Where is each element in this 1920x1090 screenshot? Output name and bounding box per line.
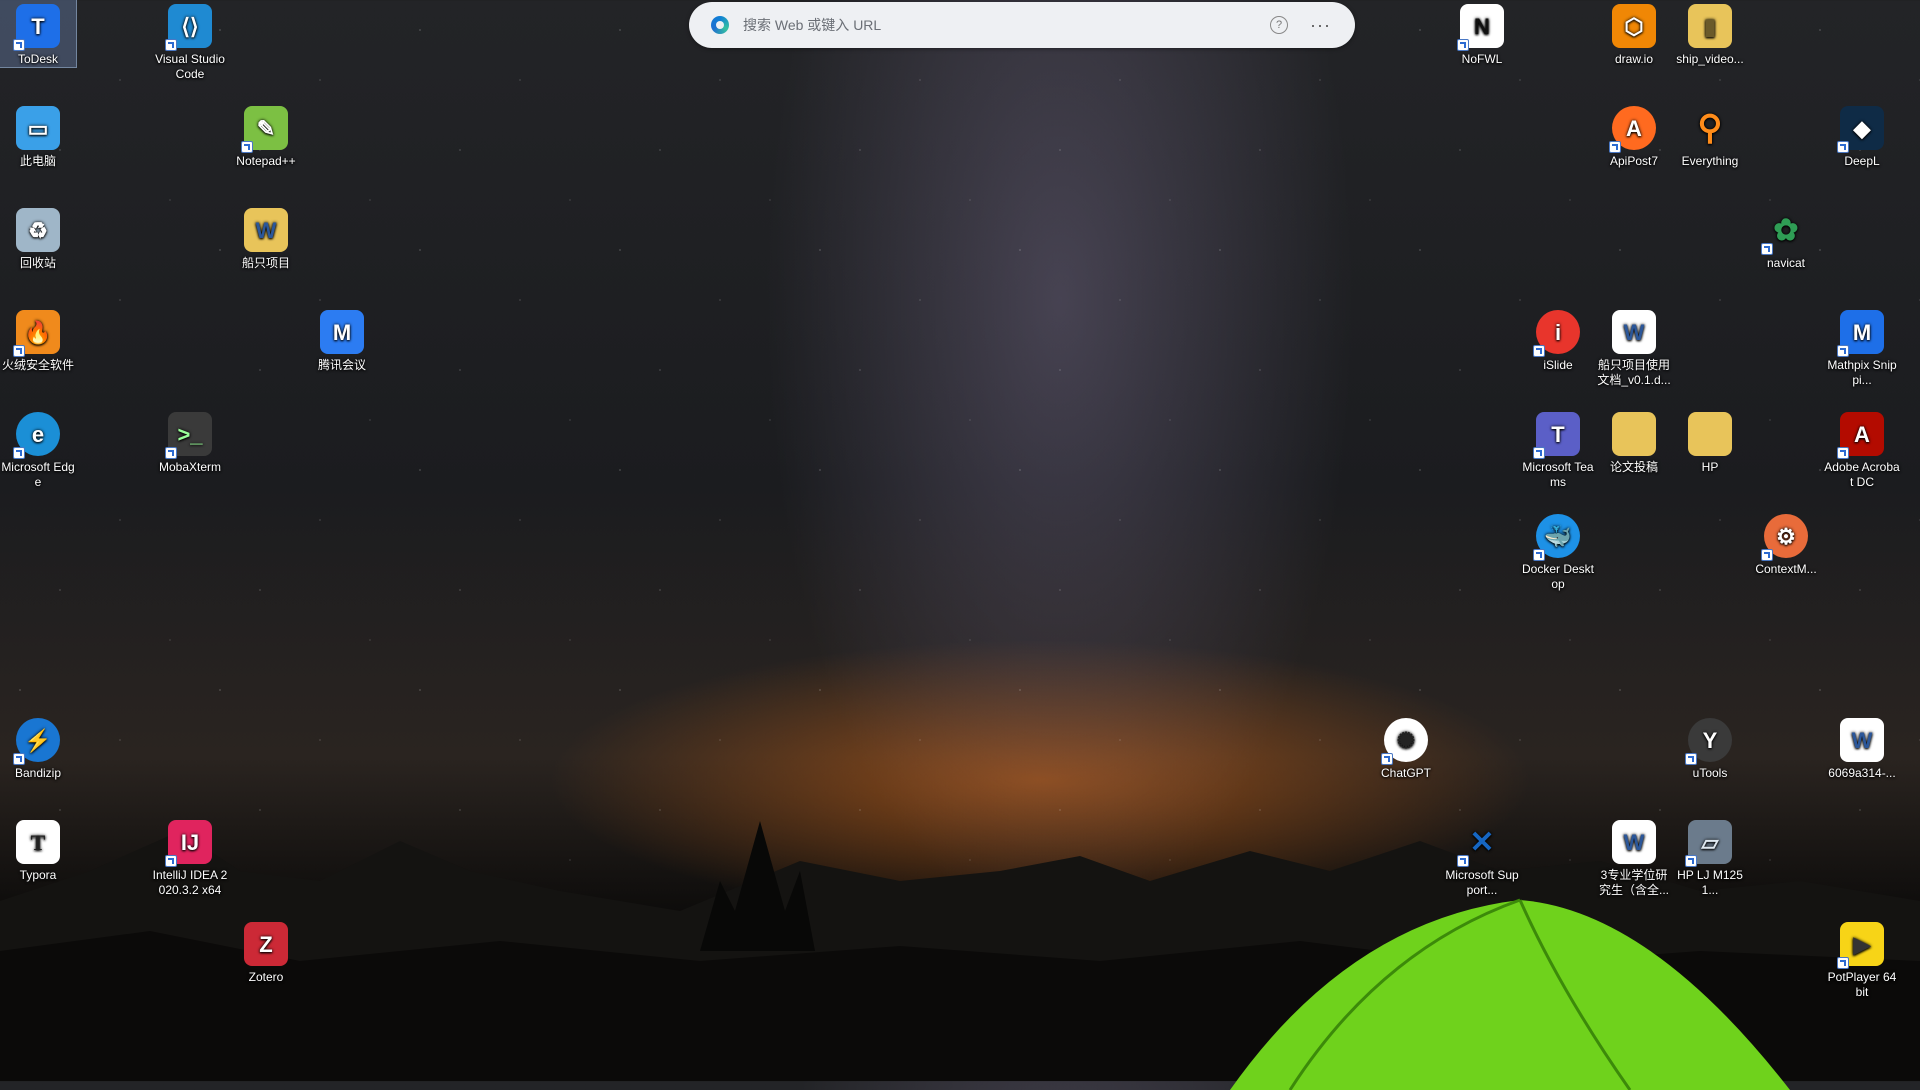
desktop-icon-typora[interactable]: T Typora bbox=[0, 816, 76, 883]
desktop-icon-bandizip[interactable]: ⚡ Bandizip bbox=[0, 714, 76, 781]
teams-icon: T bbox=[1533, 412, 1580, 459]
desktop-icon-deepl[interactable]: ◆ DeepL bbox=[1824, 102, 1900, 169]
desktop-icon-intellij[interactable]: IJ IntelliJ IDEA 2020.3.2 x64 bbox=[152, 816, 228, 898]
desktop-icon-ship-video[interactable]: ▮ ship_video... bbox=[1672, 0, 1748, 67]
drawio-icon: ⬡ bbox=[1612, 4, 1656, 48]
apipost-icon: A bbox=[1609, 106, 1656, 153]
edge-search-bar[interactable]: ? ··· bbox=[689, 2, 1355, 48]
desktop-icon-nofwl[interactable]: N NoFWL bbox=[1444, 0, 1520, 67]
chatgpt-icon: ✺ bbox=[1381, 718, 1428, 765]
desktop-icon-paper-folder[interactable]: 论文投稿 bbox=[1596, 408, 1672, 475]
word-doc-icon: W bbox=[1840, 718, 1884, 762]
desktop-icon-todesk[interactable]: T ToDesk bbox=[0, 0, 77, 68]
desktop-icon-hp-folder[interactable]: HP bbox=[1672, 408, 1748, 475]
desktop-icon-teams[interactable]: T Microsoft Teams bbox=[1520, 408, 1596, 490]
todesk-icon: T bbox=[13, 4, 60, 51]
word-doc-icon: W bbox=[1612, 310, 1656, 354]
desktop-icon-contextm[interactable]: ⚙ ContextM... bbox=[1748, 510, 1824, 577]
desktop-icon-hp-lj[interactable]: ▱ HP LJ M1251... bbox=[1672, 816, 1748, 898]
wallpaper-tent bbox=[1230, 898, 1790, 1090]
desktop-icon-ship-doc[interactable]: W 船只项目使用文档_v0.1.d... bbox=[1596, 306, 1672, 388]
desktop-icon-potplayer[interactable]: ▶ PotPlayer 64 bit bbox=[1824, 918, 1900, 1000]
typora-icon: T bbox=[16, 820, 60, 864]
folder-icon bbox=[1612, 412, 1656, 456]
nofwl-icon: N bbox=[1457, 4, 1504, 51]
desktop-icon-navicat[interactable]: ✿ navicat bbox=[1748, 204, 1824, 271]
everything-icon: ⚲ bbox=[1697, 108, 1723, 147]
search-input[interactable] bbox=[741, 16, 1271, 34]
desktop-icon-vscode[interactable]: ⟨⟩ Visual Studio Code bbox=[152, 0, 228, 82]
desktop-icon-edge[interactable]: e Microsoft Edge bbox=[0, 408, 76, 490]
desktop-icon-islide[interactable]: i iSlide bbox=[1520, 306, 1596, 373]
desktop-icon-acrobat[interactable]: A Adobe Acrobat DC bbox=[1824, 408, 1900, 490]
ms-support-icon: ✕ bbox=[1457, 820, 1504, 867]
desktop-icon-utools[interactable]: Y uTools bbox=[1672, 714, 1748, 781]
bandizip-icon: ⚡ bbox=[13, 718, 60, 765]
desktop-icon-zotero[interactable]: Z Zotero bbox=[228, 918, 304, 985]
desktop-icon-tencent-meeting[interactable]: M 腾讯会议 bbox=[304, 306, 380, 373]
mobaxterm-icon: >_ bbox=[165, 412, 212, 459]
desktop-icon-recycle-bin[interactable]: ♻ 回收站 bbox=[0, 204, 76, 271]
desktop-icon-notepadpp[interactable]: ✎ Notepad++ bbox=[228, 102, 304, 169]
desktop-icon-apipost[interactable]: A ApiPost7 bbox=[1596, 102, 1672, 169]
desktop-icon-this-pc[interactable]: ▭ 此电脑 bbox=[0, 102, 76, 169]
recycle-bin-icon: ♻ bbox=[16, 208, 60, 252]
computer-icon: ▭ bbox=[16, 106, 60, 150]
help-icon[interactable]: ? bbox=[1270, 16, 1289, 34]
acrobat-icon: A bbox=[1837, 412, 1884, 459]
desktop-icon-huorong[interactable]: 🔥 火绒安全软件 bbox=[0, 306, 76, 373]
tencent-meeting-icon: M bbox=[320, 310, 364, 354]
desktop-icon-mobaxterm[interactable]: >_ MobaXterm bbox=[152, 408, 228, 475]
desktop-icon-docker[interactable]: 🐳 Docker Desktop bbox=[1520, 510, 1596, 592]
more-options-icon[interactable]: ··· bbox=[1310, 15, 1331, 36]
desktop-icon-mathpix[interactable]: M Mathpix Snippi... bbox=[1824, 306, 1900, 388]
scanner-icon: ▱ bbox=[1685, 820, 1732, 867]
notepadpp-icon: ✎ bbox=[241, 106, 288, 153]
deepl-icon: ◆ bbox=[1837, 106, 1884, 153]
intellij-icon: IJ bbox=[165, 820, 212, 867]
edge-icon: e bbox=[13, 412, 60, 459]
docker-icon: 🐳 bbox=[1533, 514, 1580, 561]
zip-folder-icon: ▮ bbox=[1688, 4, 1732, 48]
desktop-icon-doc-3major[interactable]: W 3专业学位研究生（含全... bbox=[1596, 816, 1672, 898]
desktop-icon-chatgpt[interactable]: ✺ ChatGPT bbox=[1368, 714, 1444, 781]
desktop-icon-drawio[interactable]: ⬡ draw.io bbox=[1596, 0, 1672, 67]
contextm-icon: ⚙ bbox=[1761, 514, 1808, 561]
potplayer-icon: ▶ bbox=[1837, 922, 1884, 969]
edge-logo-icon bbox=[711, 16, 729, 34]
vscode-icon: ⟨⟩ bbox=[165, 4, 212, 51]
desktop-icon-ship-project[interactable]: W 船只项目 bbox=[228, 204, 304, 271]
desktop-icon-ms-support[interactable]: ✕ Microsoft Support... bbox=[1444, 816, 1520, 898]
zotero-icon: Z bbox=[244, 922, 288, 966]
utools-icon: Y bbox=[1685, 718, 1732, 765]
huorong-icon: 🔥 bbox=[13, 310, 60, 357]
folder-icon bbox=[1688, 412, 1732, 456]
navicat-icon: ✿ bbox=[1761, 208, 1808, 255]
word-doc-icon: W bbox=[1612, 820, 1656, 864]
mathpix-icon: M bbox=[1837, 310, 1884, 357]
desktop-icon-doc-6069[interactable]: W 6069a314-... bbox=[1824, 714, 1900, 781]
islide-icon: i bbox=[1533, 310, 1580, 357]
word-doc-icon: W bbox=[244, 208, 288, 252]
desktop-icon-everything[interactable]: ⚲ Everything bbox=[1672, 102, 1748, 169]
